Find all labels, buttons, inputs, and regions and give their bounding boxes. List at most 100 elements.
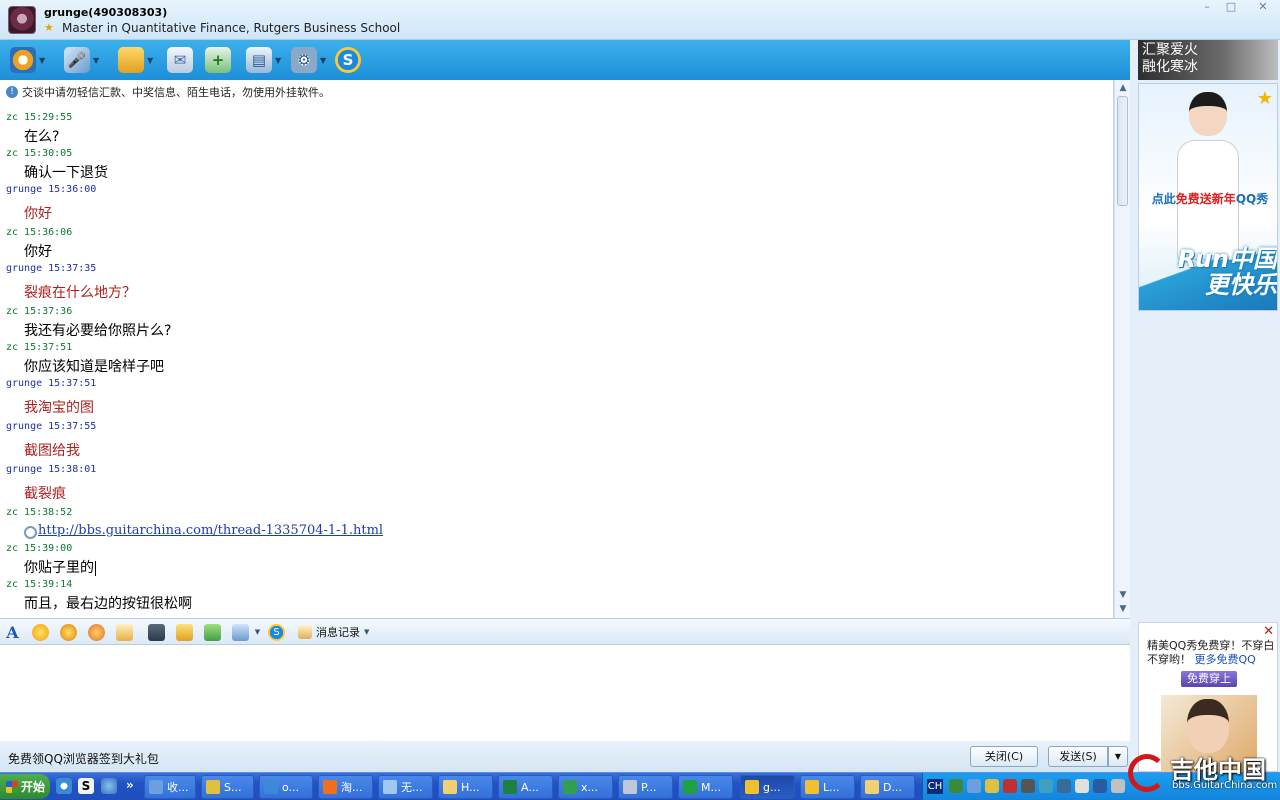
taskbar-task-button[interactable]: 收... <box>144 775 196 799</box>
qq-show-promo[interactable]: 点此免费送新年QQ秀 <box>1143 190 1277 207</box>
doodle-icon[interactable] <box>116 624 133 641</box>
qq-show-avatar[interactable]: ★ 点此免费送新年QQ秀 Run中国 更快乐 <box>1138 83 1278 311</box>
screenshot-icon[interactable] <box>148 624 165 641</box>
task-label: H... <box>461 780 480 794</box>
taskbar-task-button[interactable]: o... <box>259 775 313 799</box>
scroll-down-arrow-icon[interactable]: ▼ <box>1116 588 1130 602</box>
taskbar-task-button[interactable]: P... <box>618 775 673 799</box>
taskbar-task-button[interactable]: 淘... <box>318 775 373 799</box>
message-header: zc 15:37:51 <box>6 342 73 353</box>
qq-tray-icon[interactable] <box>985 779 999 793</box>
paypal-button[interactable]: S <box>335 46 361 74</box>
scroll-up-arrow-icon[interactable]: ▲ <box>1116 81 1130 95</box>
send-button[interactable]: 发送(S) <box>1048 746 1108 767</box>
message-header: zc 15:39:14 <box>6 579 73 590</box>
contact-name: grunge(490308303) <box>44 6 168 19</box>
ad-more-link[interactable]: 更多免费QQ <box>1195 653 1256 666</box>
tray-app-icon[interactable] <box>967 779 981 793</box>
video-call-button[interactable]: ▼ <box>10 46 45 74</box>
task-label: S... <box>224 780 242 794</box>
security-notice: ! 交谈中请勿轻信汇款、中奖信息、陌生电话，勿使用外挂软件。 <box>6 84 330 100</box>
emoticon-icon[interactable] <box>32 624 49 641</box>
taskbar-task-button[interactable]: L... <box>800 775 855 799</box>
paypal-icon[interactable]: S <box>268 624 285 641</box>
monitor-tray-icon[interactable] <box>1021 779 1035 793</box>
tray-app-icon[interactable] <box>1111 779 1125 793</box>
task-label: P... <box>641 780 657 794</box>
start-button[interactable]: 开始 <box>0 774 50 799</box>
message-text: 截裂痕 <box>24 486 66 502</box>
top-banner-ad[interactable]: 汇聚爱火 融化寒冰 <box>1138 40 1278 80</box>
title-bar: grunge(490308303) ★ Master in Quantitati… <box>0 0 1280 40</box>
taskbar-task-button[interactable]: A... <box>498 775 553 799</box>
message-header: zc 15:36:06 <box>6 227 73 238</box>
ie-quicklaunch-icon[interactable] <box>56 778 72 794</box>
settings-button[interactable]: ⚙ ▼ <box>291 46 326 74</box>
network-tray-icon[interactable] <box>949 779 963 793</box>
taskbar-task-button[interactable]: S... <box>201 775 254 799</box>
create-discussion-button[interactable]: + <box>205 46 231 74</box>
file-transfer-button[interactable]: ▼ <box>118 46 153 74</box>
scroll-bottom-icon[interactable]: ▼ <box>1116 602 1130 616</box>
more-quicklaunch-icon[interactable]: » <box>126 778 142 794</box>
close-ad-icon[interactable]: ✕ <box>1263 624 1274 639</box>
apps-button[interactable]: ▤ ▼ <box>246 46 281 74</box>
maximize-button[interactable]: □ <box>1220 1 1242 15</box>
message-header: zc 15:30:05 <box>6 148 73 159</box>
browser-promo-link[interactable]: 免费领QQ浏览器签到大礼包 <box>8 750 159 767</box>
tray-app-icon[interactable] <box>1093 779 1107 793</box>
close-window-button[interactable]: ✕ <box>1252 1 1274 15</box>
security-tray-icon[interactable] <box>1003 779 1017 793</box>
display-tray-icon[interactable] <box>1057 779 1071 793</box>
taskbar-task-button[interactable]: x... <box>558 775 613 799</box>
wear-free-button[interactable]: 免费穿上 <box>1181 671 1237 687</box>
voice-call-button[interactable]: 🎤 ▼ <box>64 46 99 74</box>
taskbar-task-button[interactable]: M... <box>678 775 733 799</box>
message-history-label: 消息记录 <box>316 626 360 639</box>
send-options-dropdown[interactable]: ▼ <box>1108 746 1128 767</box>
message-input[interactable] <box>0 645 1130 741</box>
mail-icon: ✉ <box>167 47 193 73</box>
message-header: zc 15:38:52 <box>6 507 73 518</box>
video-call-icon <box>10 47 36 73</box>
paypal-s-icon: S <box>335 47 361 73</box>
message-history-button[interactable]: 消息记录 ▼ <box>298 624 369 640</box>
task-label: 收... <box>167 781 189 794</box>
banner-line-2: 融化寒冰 <box>1142 59 1198 75</box>
contacts-quicklaunch-icon[interactable] <box>101 778 117 794</box>
task-label: L... <box>823 780 840 794</box>
taskbar-task-button[interactable]: H... <box>438 775 493 799</box>
level-star-icon: ★ <box>1256 88 1273 109</box>
chat-toolbar: ▼ 🎤 ▼ ▼ ✉ + ▤ ▼ ⚙ ▼ S <box>0 40 1138 80</box>
scrollbar-thumb[interactable] <box>1117 96 1128 206</box>
message-text: 截图给我 <box>24 443 80 459</box>
taskbar-task-button[interactable]: 无... <box>378 775 433 799</box>
taskbar-task-button[interactable]: D... <box>860 775 915 799</box>
font-icon[interactable]: A <box>4 624 21 641</box>
message-link[interactable]: http://bbs.guitarchina.com/thread-133570… <box>38 523 383 538</box>
shake-icon[interactable] <box>88 624 105 641</box>
magic-emoticon-icon[interactable] <box>60 624 77 641</box>
tray-app-icon[interactable] <box>1039 779 1053 793</box>
s-app-quicklaunch-icon[interactable]: S <box>78 778 94 794</box>
star-tray-icon[interactable] <box>1075 779 1089 793</box>
close-button[interactable]: 关闭(C) <box>970 746 1038 767</box>
folder-transfer-icon <box>118 47 144 73</box>
image-icon[interactable] <box>232 624 249 641</box>
taskbar-task-button[interactable]: g... <box>740 775 795 799</box>
contact-signature: Master in Quantitative Finance, Rutgers … <box>62 21 401 35</box>
task-app-icon <box>443 780 457 794</box>
qq-show-figure-head <box>1189 92 1227 136</box>
microphone-icon: 🎤 <box>64 47 90 73</box>
chat-scrollbar[interactable]: ▲ ▼ ▼ <box>1114 80 1130 618</box>
task-app-icon <box>323 780 337 794</box>
language-indicator[interactable]: CH <box>927 779 943 794</box>
minimize-button[interactable]: – <box>1196 1 1218 15</box>
chat-history[interactable]: ! 交谈中请勿轻信汇款、中奖信息、陌生电话，勿使用外挂软件。 zc 15:29:5… <box>0 80 1114 618</box>
task-app-icon <box>503 780 517 794</box>
music-icon[interactable] <box>176 624 193 641</box>
contact-avatar[interactable] <box>8 6 36 34</box>
mail-button[interactable]: ✉ <box>167 46 193 74</box>
task-app-icon <box>563 780 577 794</box>
gift-icon[interactable] <box>204 624 221 641</box>
